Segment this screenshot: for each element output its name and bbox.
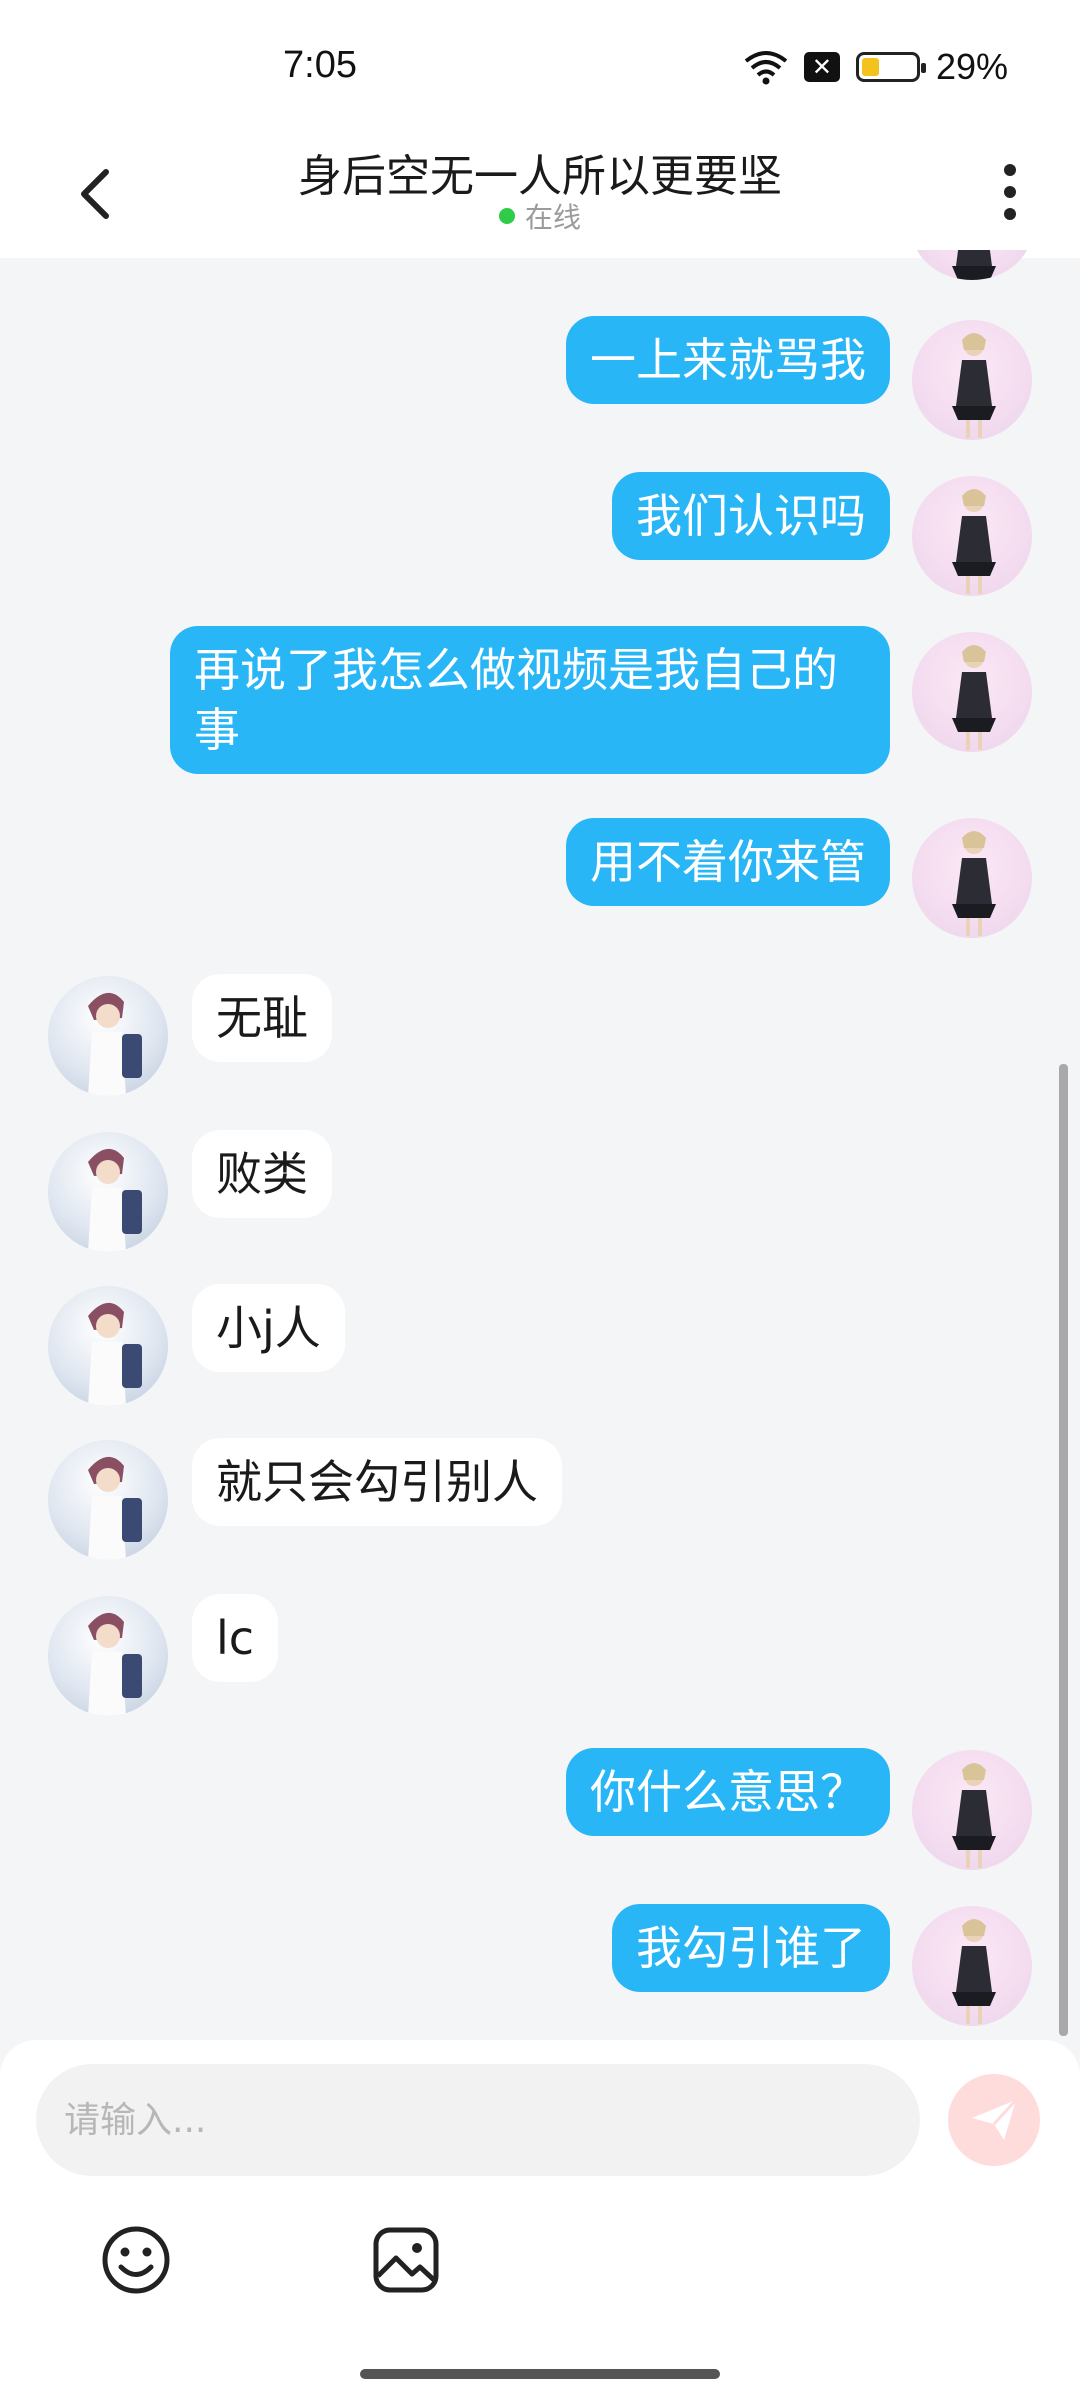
notification-x-icon: ✕ (803, 52, 840, 82)
image-icon[interactable] (370, 2224, 442, 2296)
message-row: 你什么意思？ (0, 1748, 1080, 1870)
avatar[interactable] (912, 320, 1032, 440)
battery-icon (855, 52, 926, 82)
avatar[interactable] (48, 1132, 168, 1252)
message-row: 一上来就骂我 (0, 316, 1080, 440)
avatar[interactable] (48, 976, 168, 1096)
battery-level (861, 58, 879, 76)
chat-title: 身后空无一人所以更要坚 (298, 151, 782, 202)
avatar-figure-icon (88, 1456, 142, 1560)
avatar-figure-icon (952, 645, 996, 750)
message-row: 小j人 (0, 1284, 1080, 1406)
avatar[interactable] (912, 818, 1032, 938)
status-time: 7:05 (283, 44, 357, 86)
avatar[interactable] (912, 476, 1032, 596)
avatar-figure-icon (88, 1612, 142, 1716)
online-dot (498, 208, 515, 224)
wifi-icon (744, 51, 788, 85)
message-bubble[interactable]: 再说了我怎么做视频是我自己的事 (170, 626, 890, 774)
message-row: 我们认识吗 (0, 472, 1080, 596)
avatar[interactable] (48, 1596, 168, 1716)
avatar-figure-icon (88, 992, 142, 1096)
avatar-figure-icon (952, 831, 996, 936)
message-bubble[interactable]: 就只会勾引别人 (192, 1438, 562, 1526)
message-row: 我勾引谁了 (0, 1904, 1080, 2026)
more-vertical-icon[interactable] (998, 160, 1022, 224)
avatar-figure-icon (88, 1148, 142, 1252)
message-input[interactable] (36, 2064, 920, 2176)
avatar[interactable] (912, 632, 1032, 752)
send-button[interactable] (948, 2074, 1040, 2166)
avatar[interactable] (912, 1906, 1032, 2026)
scrollbar[interactable] (1059, 1064, 1068, 2036)
message-bubble[interactable]: 小j人 (192, 1284, 345, 1372)
avatar-figure-icon (952, 1763, 996, 1868)
avatar[interactable] (48, 1286, 168, 1406)
message-bubble[interactable]: 我们认识吗 (612, 472, 890, 560)
battery-percent: 29% (935, 46, 1008, 87)
home-indicator[interactable] (360, 2369, 720, 2379)
message-row: 就只会勾引别人 (0, 1438, 1080, 1560)
message-row: 用不着你来管 (0, 818, 1080, 938)
smiley-icon[interactable] (100, 2224, 172, 2296)
avatar-figure-icon (88, 1302, 142, 1406)
avatar[interactable] (912, 1750, 1032, 1870)
composer-panel (0, 2040, 1080, 2400)
paper-plane-icon (972, 2098, 1018, 2140)
status-bar: 7:05 ✕ 29% (0, 0, 1080, 130)
message-bubble[interactable]: 一上来就骂我 (566, 316, 890, 404)
message-row: 败类 (0, 1130, 1080, 1252)
message-row: lc (0, 1594, 1080, 1716)
avatar-figure-icon (952, 333, 996, 438)
message-bubble[interactable]: 败类 (192, 1130, 332, 1218)
avatar-figure-icon (952, 489, 996, 594)
avatar-figure-icon (952, 1919, 996, 2024)
message-bubble[interactable]: 无耻 (192, 974, 332, 1062)
message-bubble[interactable]: lc (192, 1594, 279, 1682)
avatar[interactable] (48, 1440, 168, 1560)
message-row: 无耻 (0, 974, 1080, 1096)
message-row: 再说了我怎么做视频是我自己的事 (0, 626, 1080, 774)
status-icons: ✕ 29% (744, 44, 1008, 90)
online-status: 在线 (0, 196, 1080, 236)
message-bubble[interactable]: 我勾引谁了 (612, 1904, 890, 1992)
online-status-label: 在线 (524, 201, 581, 234)
chat-header: 身后空无一人所以更要坚 在线 (0, 130, 1080, 258)
message-bubble[interactable]: 你什么意思？ (566, 1748, 890, 1836)
message-bubble[interactable]: 用不着你来管 (566, 818, 890, 906)
